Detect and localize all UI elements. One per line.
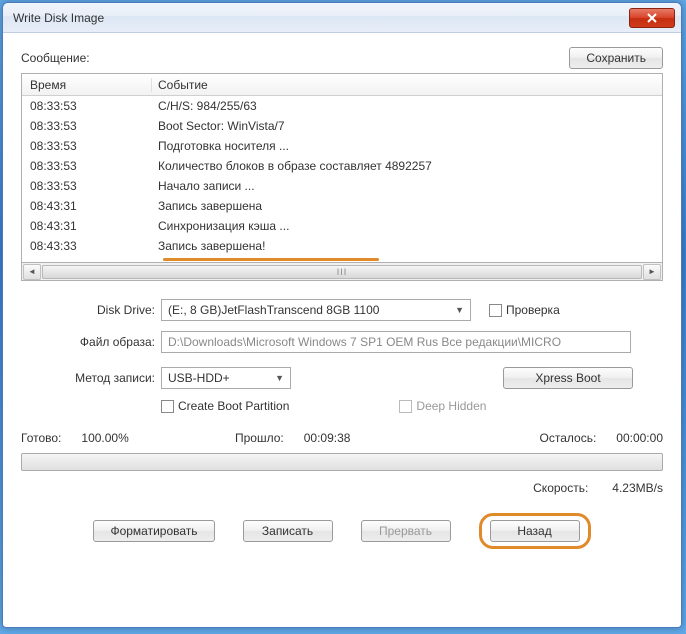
ready-label: Готово: [21, 431, 61, 445]
remaining-value: 00:00:00 [616, 431, 663, 445]
log-table: Время Событие 08:33:53C/H/S: 984/255/63 … [21, 73, 663, 263]
window-title: Write Disk Image [13, 11, 629, 25]
table-row[interactable]: 08:33:53Boot Sector: WinVista/7 [22, 116, 662, 136]
deep-hidden-checkbox: Deep Hidden [399, 399, 486, 413]
message-label: Сообщение: [21, 51, 90, 65]
write-disk-image-window: Write Disk Image Сообщение: Сохранить Вр… [2, 2, 682, 628]
write-method-value: USB-HDD+ [168, 371, 230, 385]
checkbox-box-icon [399, 400, 412, 413]
format-button[interactable]: Форматировать [93, 520, 214, 542]
log-header: Время Событие [22, 74, 662, 96]
scroll-left-icon[interactable]: ◄ [23, 264, 41, 280]
image-file-label: Файл образа: [21, 335, 161, 349]
checkbox-box-icon [161, 400, 174, 413]
table-row[interactable]: 08:43:33Запись завершена! [22, 236, 662, 256]
chevron-down-icon: ▼ [455, 305, 464, 315]
form-section: Disk Drive: (E:, 8 GB)JetFlashTranscend … [21, 299, 663, 549]
table-row[interactable]: 08:43:31Запись завершена [22, 196, 662, 216]
col-header-time[interactable]: Время [22, 78, 152, 92]
create-boot-label: Create Boot Partition [178, 399, 289, 413]
elapsed-value: 00:09:38 [304, 431, 351, 445]
image-file-field[interactable]: D:\Downloads\Microsoft Windows 7 SP1 OEM… [161, 331, 631, 353]
disk-drive-label: Disk Drive: [21, 303, 161, 317]
create-boot-partition-checkbox[interactable]: Create Boot Partition [161, 399, 289, 413]
elapsed-label: Прошло: [235, 431, 284, 445]
save-button[interactable]: Сохранить [569, 47, 663, 69]
xpress-boot-button[interactable]: Xpress Boot [503, 367, 633, 389]
speed-label: Скорость: [533, 481, 588, 495]
table-row[interactable]: 08:33:53C/H/S: 984/255/63 [22, 96, 662, 116]
remaining-label: Осталось: [540, 431, 597, 445]
write-method-label: Метод записи: [21, 371, 161, 385]
back-button-highlight: Назад [479, 513, 591, 549]
status-row: Готово: 100.00% Прошло: 00:09:38 Осталос… [21, 431, 663, 445]
scroll-right-icon[interactable]: ► [643, 264, 661, 280]
deep-hidden-label: Deep Hidden [416, 399, 486, 413]
table-row[interactable]: 08:33:53Подготовка носителя ... [22, 136, 662, 156]
disk-drive-value: (E:, 8 GB)JetFlashTranscend 8GB 1100 [168, 303, 379, 317]
speed-value: 4.23MB/s [612, 481, 663, 495]
checkbox-box-icon [489, 304, 502, 317]
write-button[interactable]: Записать [243, 520, 333, 542]
titlebar[interactable]: Write Disk Image [3, 3, 681, 33]
table-row[interactable]: 08:33:53Количество блоков в образе соста… [22, 156, 662, 176]
content-area: Сообщение: Сохранить Время Событие 08:33… [3, 33, 681, 563]
image-file-value: D:\Downloads\Microsoft Windows 7 SP1 OEM… [168, 335, 561, 349]
col-header-event[interactable]: Событие [152, 78, 662, 92]
table-row[interactable]: 08:43:31Синхронизация кэша ... [22, 216, 662, 236]
progress-bar [21, 453, 663, 471]
verify-checkbox-label: Проверка [506, 303, 560, 317]
button-row: Форматировать Записать Прервать Назад [21, 513, 663, 549]
table-row[interactable]: 08:33:53Начало записи ... [22, 176, 662, 196]
ready-value: 100.00% [81, 431, 128, 445]
scroll-thumb[interactable]: III [42, 265, 642, 279]
highlight-underline [163, 258, 379, 261]
chevron-down-icon: ▼ [275, 373, 284, 383]
back-button[interactable]: Назад [490, 520, 580, 542]
disk-drive-select[interactable]: (E:, 8 GB)JetFlashTranscend 8GB 1100 ▼ [161, 299, 471, 321]
write-method-select[interactable]: USB-HDD+ ▼ [161, 367, 291, 389]
close-button[interactable] [629, 8, 675, 28]
log-body: 08:33:53C/H/S: 984/255/63 08:33:53Boot S… [22, 96, 662, 256]
scroll-track[interactable]: III [42, 265, 642, 279]
close-icon [646, 12, 658, 24]
verify-checkbox[interactable]: Проверка [489, 303, 560, 317]
abort-button: Прервать [361, 520, 451, 542]
horizontal-scrollbar[interactable]: ◄ III ► [21, 263, 663, 281]
